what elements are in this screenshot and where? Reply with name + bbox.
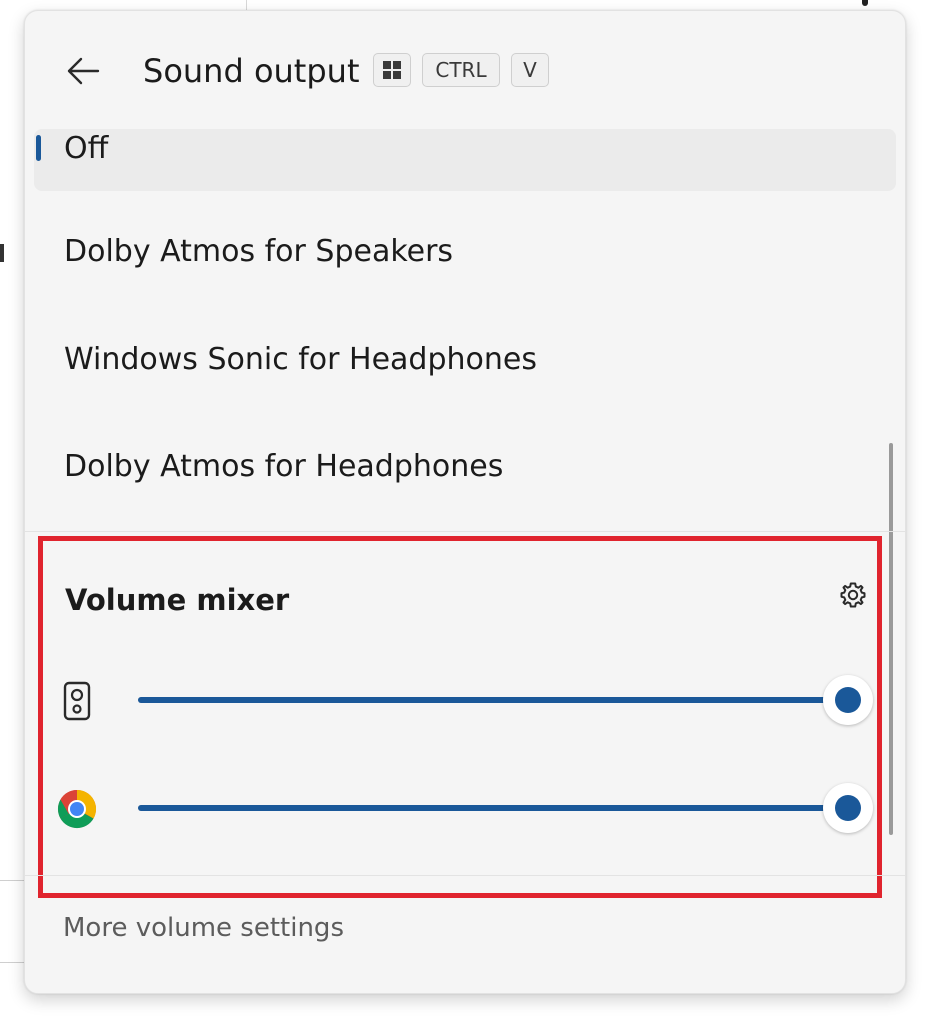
gear-icon <box>840 582 866 608</box>
arrow-left-icon <box>67 57 100 85</box>
app-icon <box>57 789 97 829</box>
windows-logo-icon <box>383 61 401 79</box>
page-title: Sound output <box>143 52 360 90</box>
section-divider <box>25 875 905 876</box>
volume-mixer-section: Volume mixer <box>38 536 882 898</box>
flyout-header: Sound output CTRL V <box>25 11 905 129</box>
background-divider <box>0 880 24 881</box>
background-fragment <box>0 244 4 262</box>
key-ctrl: CTRL <box>422 53 500 87</box>
volume-slider-chrome[interactable] <box>138 779 873 839</box>
option-dolby-atmos-speakers[interactable]: Dolby Atmos for Speakers <box>34 232 896 294</box>
more-volume-settings-link[interactable]: More volume settings <box>63 913 344 943</box>
section-divider <box>25 531 905 532</box>
key-windows <box>373 53 411 87</box>
selection-indicator <box>36 135 41 161</box>
background-fragment <box>862 0 868 6</box>
option-off[interactable]: Off <box>34 129 896 191</box>
volume-mixer-title: Volume mixer <box>65 583 290 617</box>
option-label: Dolby Atmos for Speakers <box>64 234 454 269</box>
mixer-row-chrome <box>43 779 877 839</box>
option-label: Off <box>64 131 109 166</box>
mixer-row-system-sounds <box>43 671 877 731</box>
background-divider <box>0 962 24 963</box>
sound-output-flyout: Sound output CTRL V Off Dolby Atmos for … <box>24 10 906 994</box>
key-v: V <box>511 53 549 87</box>
slider-thumb[interactable] <box>823 675 873 725</box>
slider-thumb[interactable] <box>823 783 873 833</box>
slider-thumb-dot <box>835 795 861 821</box>
back-button[interactable] <box>63 51 103 91</box>
mixer-settings-button[interactable] <box>837 579 869 611</box>
background-divider <box>246 0 247 10</box>
slider-thumb-dot <box>835 687 861 713</box>
speaker-icon <box>63 681 91 721</box>
option-dolby-atmos-headphones[interactable]: Dolby Atmos for Headphones <box>34 447 896 509</box>
volume-slider-system[interactable] <box>138 671 873 731</box>
slider-fill <box>138 697 848 703</box>
option-label: Windows Sonic for Headphones <box>64 342 537 377</box>
scrollbar[interactable] <box>889 443 893 835</box>
chrome-icon <box>57 789 97 829</box>
app-icon <box>57 681 97 721</box>
slider-fill <box>138 805 848 811</box>
option-windows-sonic-headphones[interactable]: Windows Sonic for Headphones <box>34 340 896 402</box>
option-label: Dolby Atmos for Headphones <box>64 449 504 484</box>
